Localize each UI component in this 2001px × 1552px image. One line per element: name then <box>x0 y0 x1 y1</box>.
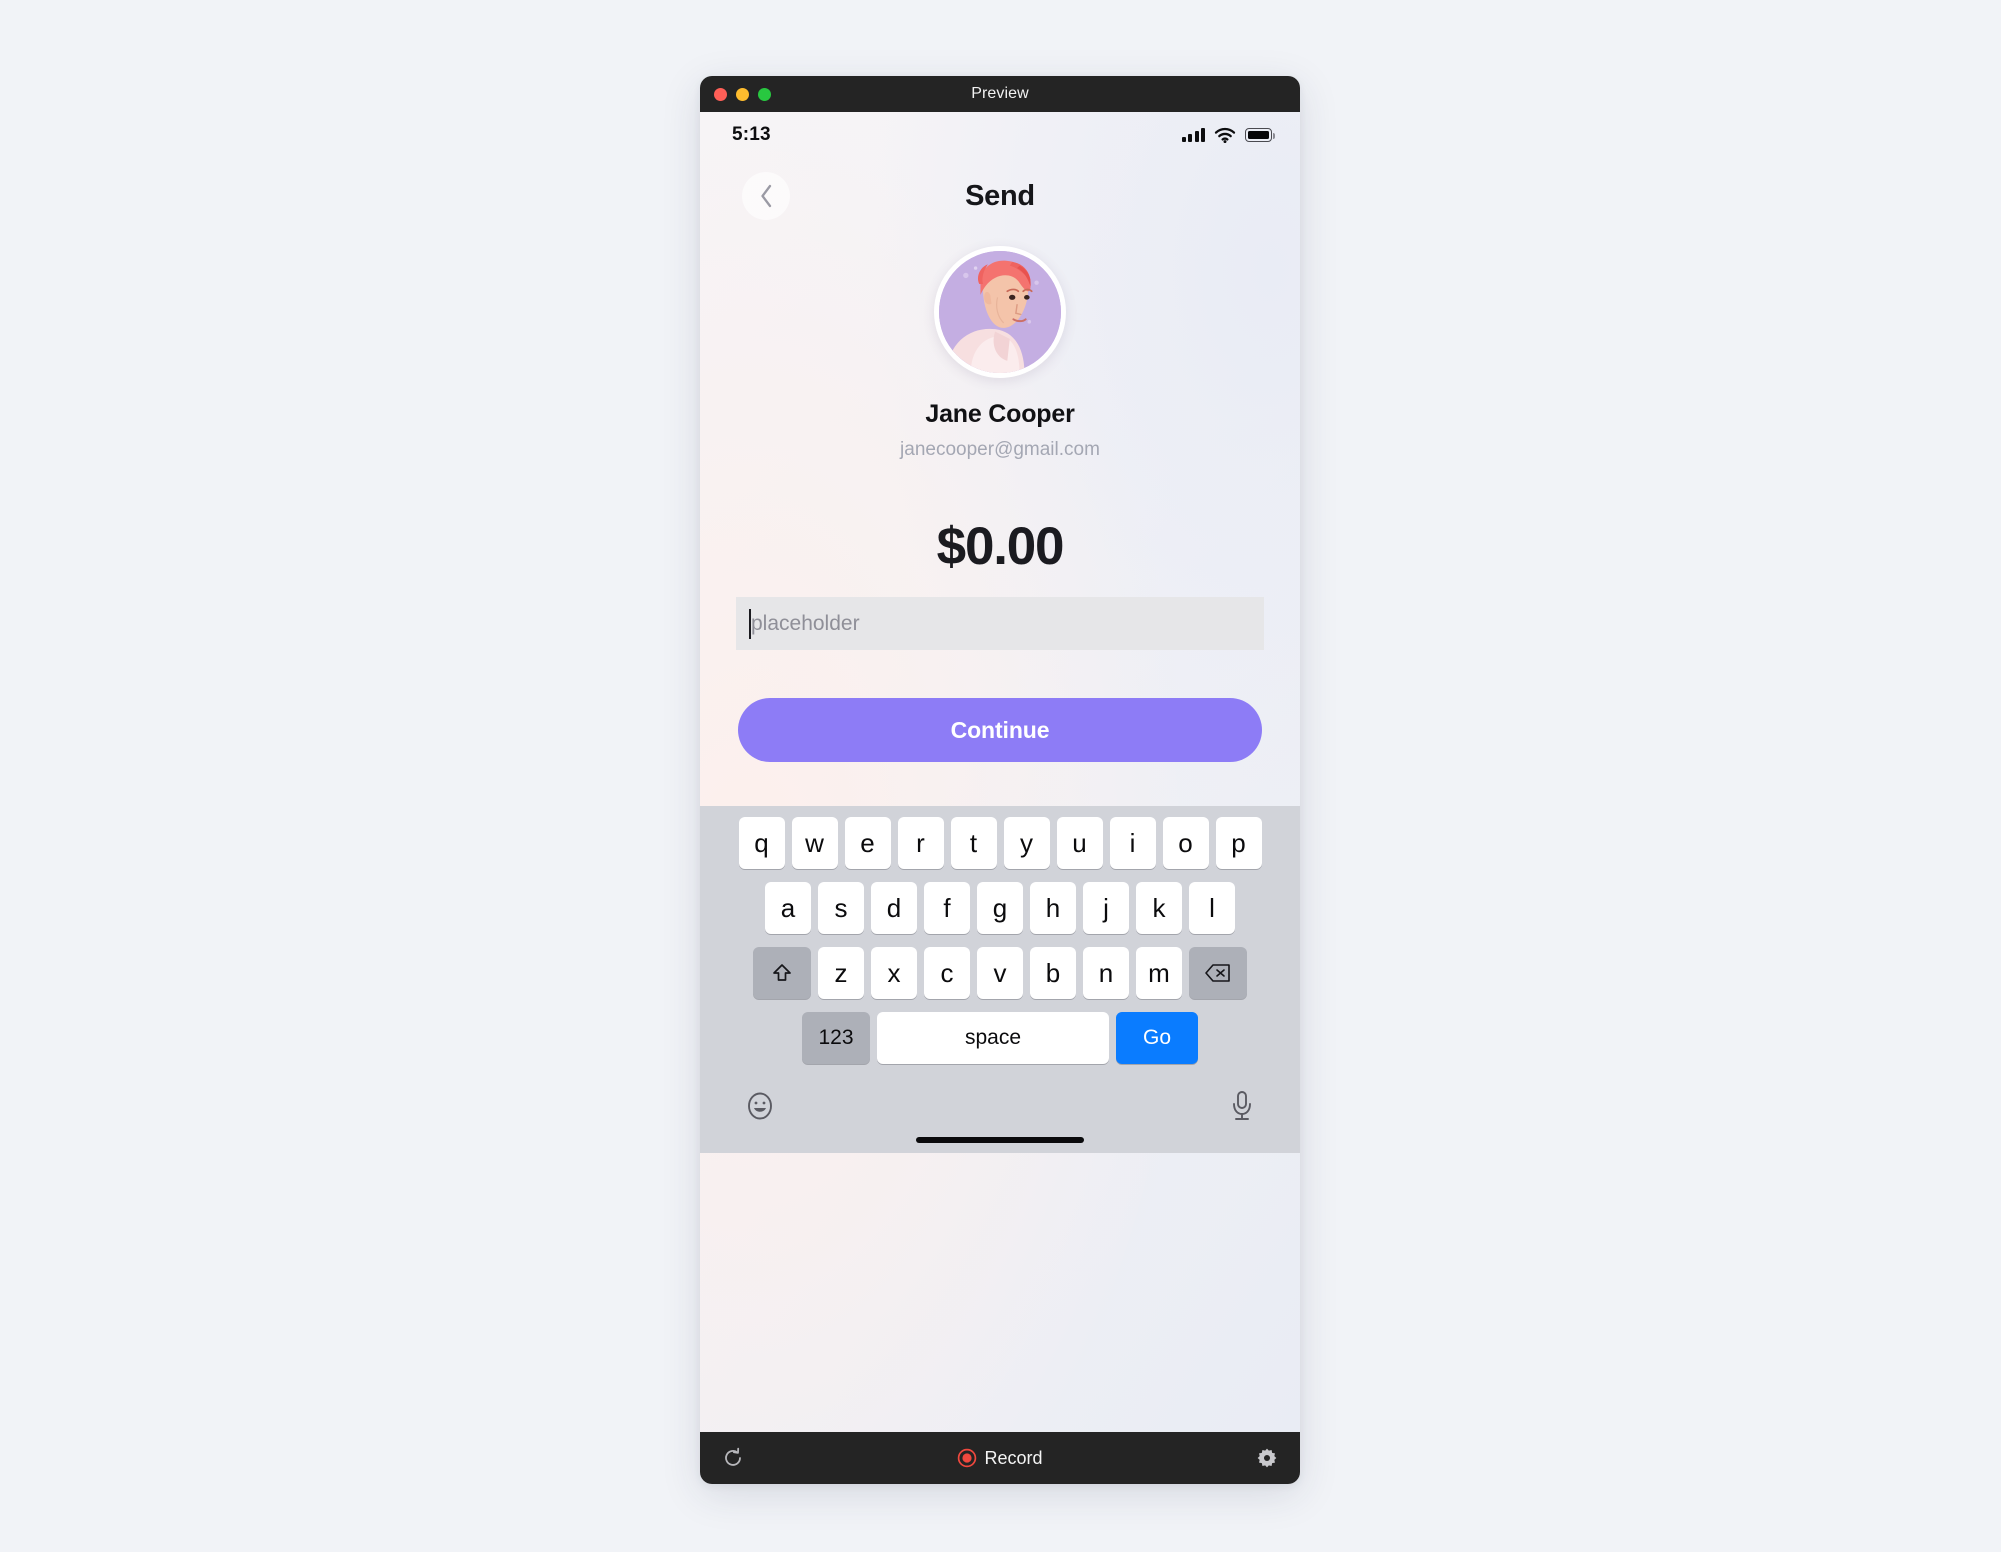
keyboard-row-3: z x c v b n m <box>704 947 1296 999</box>
shift-key[interactable] <box>753 947 811 999</box>
key-g[interactable]: g <box>977 882 1023 934</box>
key-s[interactable]: s <box>818 882 864 934</box>
phone-screen: 5:13 Send Jane Cooper janecooper@gmail.c… <box>700 112 1300 1432</box>
status-bar: 5:13 <box>700 112 1300 158</box>
dictation-key[interactable] <box>1228 1089 1256 1123</box>
space-key[interactable]: space <box>877 1012 1109 1064</box>
cellular-signal-icon <box>1181 128 1205 142</box>
home-indicator <box>916 1137 1084 1143</box>
key-t[interactable]: t <box>950 817 997 869</box>
microphone-icon <box>1233 1090 1251 1120</box>
key-m[interactable]: m <box>1136 947 1182 999</box>
key-w[interactable]: w <box>791 817 838 869</box>
key-b[interactable]: b <box>1030 947 1076 999</box>
reload-icon <box>725 1447 741 1466</box>
record-control[interactable]: Record <box>700 1448 1300 1469</box>
page-title: Send <box>965 179 1035 212</box>
preview-toolbar: Record <box>700 1432 1300 1484</box>
amount-field-wrapper <box>736 597 1264 650</box>
key-z[interactable]: z <box>818 947 864 999</box>
key-k[interactable]: k <box>1136 882 1182 934</box>
keyboard-row-4: 123 space Go <box>704 1012 1296 1064</box>
wifi-icon <box>1214 127 1236 143</box>
emoji-key[interactable] <box>744 1090 776 1122</box>
key-o[interactable]: o <box>1162 817 1209 869</box>
profile-block: Jane Cooper janecooper@gmail.com <box>700 246 1300 461</box>
keyboard-accessory-row <box>704 1077 1296 1131</box>
numbers-key[interactable]: 123 <box>802 1012 870 1064</box>
key-u[interactable]: u <box>1056 817 1103 869</box>
text-caret <box>749 609 751 639</box>
key-d[interactable]: d <box>871 882 917 934</box>
amount-display: $0.00 <box>936 517 1065 576</box>
avatar <box>934 246 1066 378</box>
go-key[interactable]: Go <box>1116 1012 1198 1064</box>
key-f[interactable]: f <box>924 882 970 934</box>
nav-bar: Send <box>700 158 1300 234</box>
on-screen-keyboard: q w e r t y u i o p a s d f g h j k l z … <box>700 806 1300 1153</box>
record-icon <box>958 1448 977 1468</box>
status-icons <box>1181 127 1276 143</box>
key-q[interactable]: q <box>738 817 785 869</box>
key-r[interactable]: r <box>897 817 944 869</box>
back-button[interactable] <box>742 172 790 220</box>
keyboard-row-2: a s d f g h j k l <box>704 882 1296 934</box>
screenshot-root: Preview 5:13 Send Jane Cooper janecooper… <box>0 0 2001 1552</box>
key-x[interactable]: x <box>871 947 917 999</box>
backspace-key[interactable] <box>1189 947 1247 999</box>
settings-button[interactable] <box>1256 1447 1278 1469</box>
keyboard-row-1: q w e r t y u i o p <box>704 817 1296 869</box>
gear-icon <box>1257 1448 1277 1468</box>
key-c[interactable]: c <box>924 947 970 999</box>
backspace-icon <box>1205 964 1230 982</box>
key-h[interactable]: h <box>1030 882 1076 934</box>
key-i[interactable]: i <box>1109 817 1156 869</box>
user-email: janecooper@gmail.com <box>900 439 1100 460</box>
window-title: Preview <box>971 85 1029 102</box>
key-v[interactable]: v <box>977 947 1023 999</box>
battery-icon <box>1245 128 1276 142</box>
key-a[interactable]: a <box>765 882 811 934</box>
record-label: Record <box>984 1447 1043 1468</box>
user-name: Jane Cooper <box>925 400 1075 428</box>
key-e[interactable]: e <box>844 817 891 869</box>
preview-window: Preview 5:13 Send Jane Cooper janecooper… <box>700 76 1300 1484</box>
status-time: 5:13 <box>732 124 771 145</box>
amount-input[interactable] <box>736 597 1264 650</box>
key-n[interactable]: n <box>1083 947 1129 999</box>
key-j[interactable]: j <box>1083 882 1129 934</box>
continue-button[interactable]: Continue <box>738 698 1262 762</box>
shift-arrow-icon <box>773 964 791 981</box>
key-l[interactable]: l <box>1189 882 1235 934</box>
key-p[interactable]: p <box>1215 817 1262 869</box>
key-y[interactable]: y <box>1003 817 1050 869</box>
window-titlebar: Preview <box>700 76 1300 112</box>
chevron-left-icon <box>760 184 771 208</box>
avatar-illustration <box>939 251 1061 373</box>
reload-button[interactable] <box>722 1447 744 1469</box>
emoji-smiley-icon <box>748 1092 772 1119</box>
